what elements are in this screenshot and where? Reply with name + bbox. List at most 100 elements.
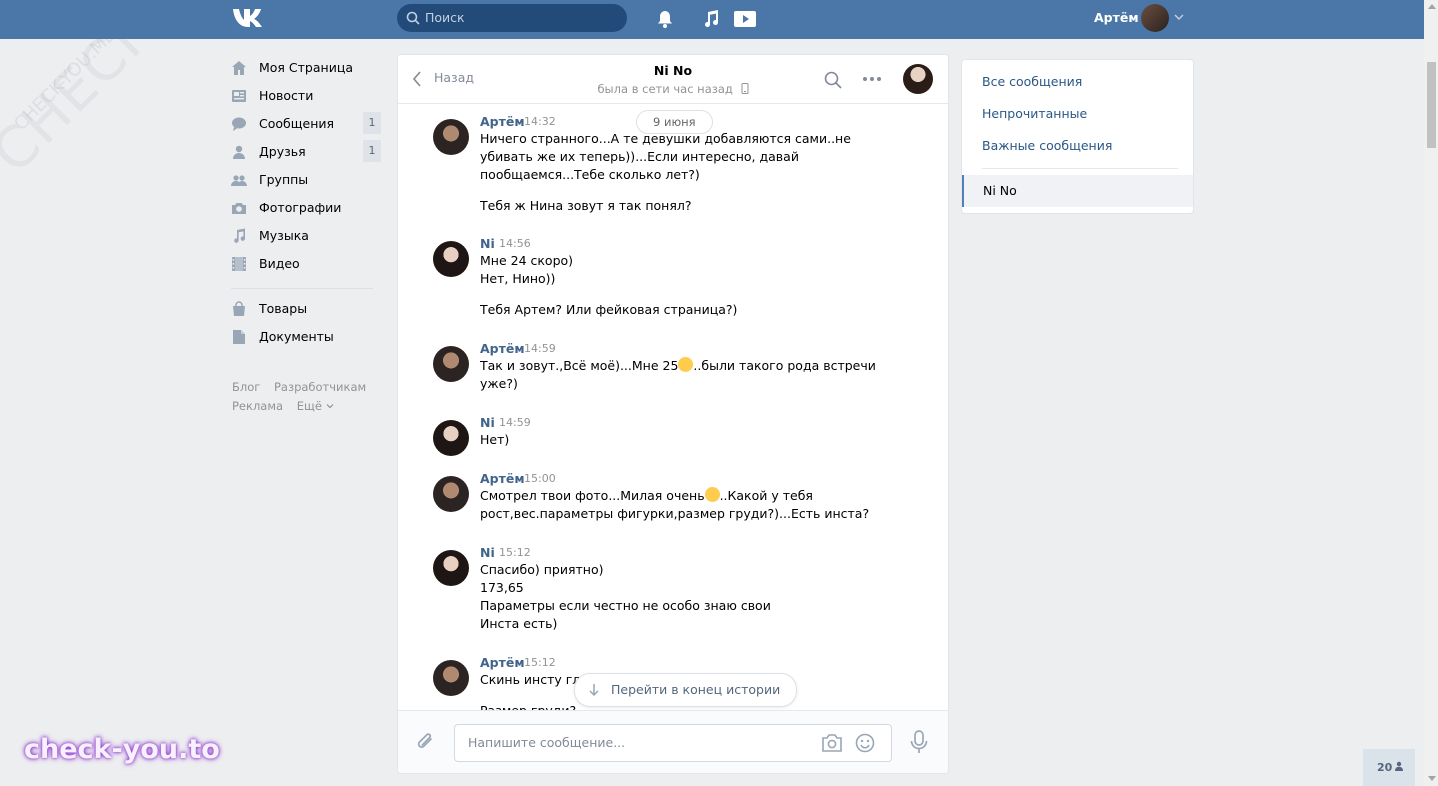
- footer-link-blog[interactable]: Блог: [232, 380, 260, 394]
- nav-label: Моя Страница: [259, 60, 353, 75]
- scrollbar-thumb[interactable]: [1427, 62, 1436, 148]
- mobile-icon: [741, 83, 749, 94]
- message-author[interactable]: Артём: [480, 341, 525, 356]
- scroll-down-arrow-icon[interactable]: [1428, 776, 1436, 781]
- filter-all-messages[interactable]: Все сообщения: [982, 74, 1082, 89]
- news-icon: [232, 90, 246, 102]
- message-author[interactable]: Артём: [480, 655, 525, 670]
- message-author[interactable]: Ni: [480, 236, 495, 251]
- search-input[interactable]: Поиск: [397, 4, 627, 32]
- message-history[interactable]: Артём 14:32 Ничего странного...А те деву…: [398, 104, 948, 710]
- video-icon[interactable]: [733, 9, 757, 29]
- message-line: ..Какой у тебя: [719, 488, 813, 503]
- message-line: 173,65: [480, 580, 524, 595]
- footer-link-developers[interactable]: Разработчикам: [274, 380, 366, 394]
- jump-to-end-label: Перейти в конец истории: [611, 682, 781, 697]
- left-navigation: Моя Страница Новости Сообщения 1 Друзья …: [231, 58, 381, 355]
- header-user-name[interactable]: Артём: [1094, 10, 1139, 25]
- microphone-icon[interactable]: [910, 730, 928, 754]
- top-header: Поиск Артём: [0, 0, 1424, 39]
- message-input[interactable]: Напишите сообщение...: [454, 724, 892, 762]
- message-text: Так и зовут.,Всё моё)...Мне 25 ..были так…: [480, 357, 876, 393]
- message-line: Параметры если честно не особо знаю свои: [480, 598, 771, 613]
- music-icon[interactable]: [701, 9, 721, 29]
- message-text: Ничего странного...А те девушки добавляю…: [480, 130, 851, 215]
- avatar[interactable]: [433, 241, 469, 277]
- nav-item-documents[interactable]: Документы: [231, 327, 381, 355]
- avatar[interactable]: [433, 660, 469, 696]
- friends-counter-badge: 1: [363, 140, 381, 162]
- camera-icon[interactable]: [821, 734, 843, 752]
- nav-item-groups[interactable]: Группы: [231, 170, 381, 198]
- nav-label: Документы: [259, 329, 334, 344]
- message-line: Смотрел твои фото...Милая очень: [480, 488, 705, 503]
- scroll-up-arrow-icon[interactable]: [1428, 4, 1436, 9]
- nav-label: Друзья: [259, 144, 306, 159]
- paperclip-icon[interactable]: [416, 731, 436, 753]
- avatar[interactable]: [433, 550, 469, 586]
- conversation-item-selected[interactable]: Ni No: [962, 175, 1193, 207]
- nav-label: Сообщения: [259, 116, 335, 131]
- nav-label: Фотографии: [259, 200, 342, 215]
- message-time: 14:59: [524, 342, 556, 355]
- nav-item-photos[interactable]: Фотографии: [231, 198, 381, 226]
- nav-divider: [231, 288, 373, 289]
- avatar[interactable]: [433, 476, 469, 512]
- nav-item-news[interactable]: Новости: [231, 86, 381, 114]
- message-line: пообщаемся...Тебе сколько лет?): [480, 167, 700, 182]
- avatar[interactable]: [433, 119, 469, 155]
- jump-to-end-button[interactable]: Перейти в конец истории: [574, 673, 798, 707]
- nav-label: Группы: [259, 172, 309, 187]
- watermark-logo-text: check-you.to: [24, 734, 220, 765]
- footer-link-more[interactable]: Ещё: [297, 399, 334, 413]
- filter-unread[interactable]: Непрочитанные: [982, 106, 1087, 121]
- conversation-name: Ni No: [983, 183, 1017, 198]
- avatar[interactable]: [433, 346, 469, 382]
- camera-icon: [232, 203, 246, 214]
- message-author[interactable]: Ni: [480, 415, 495, 430]
- nav-item-music[interactable]: Музыка: [231, 226, 381, 254]
- nav-item-goods[interactable]: Товары: [231, 299, 381, 327]
- bell-icon[interactable]: [655, 9, 675, 29]
- avatar[interactable]: [433, 420, 469, 456]
- message-time: 15:12: [499, 546, 531, 559]
- groups-icon: [231, 175, 247, 186]
- online-friends-badge[interactable]: 20: [1363, 749, 1415, 786]
- vk-logo-icon[interactable]: [232, 7, 266, 29]
- message-text: Нет): [480, 431, 509, 449]
- header-avatar[interactable]: [1141, 4, 1169, 32]
- nav-item-messages[interactable]: Сообщения 1: [231, 112, 381, 142]
- nav-item-friends[interactable]: Друзья 1: [231, 140, 381, 170]
- filter-important[interactable]: Важные сообщения: [982, 138, 1112, 153]
- nav-item-video[interactable]: Видео: [231, 254, 381, 282]
- message-author[interactable]: Ni: [480, 545, 495, 560]
- message-line: Нет, Нино)): [480, 271, 556, 286]
- message-time: 15:00: [524, 472, 556, 485]
- chevron-down-icon: [326, 404, 334, 409]
- message-author[interactable]: Артём: [480, 471, 525, 486]
- more-options-icon[interactable]: [862, 71, 882, 87]
- chat-panel: Назад Ni No была в сети час назад Артём …: [397, 54, 949, 774]
- nav-item-my-page[interactable]: Моя Страница: [231, 58, 381, 86]
- user-icon: [1395, 761, 1403, 771]
- video-icon: [232, 257, 246, 271]
- message-author[interactable]: Артём: [480, 114, 525, 129]
- message-line: Тебя ж Нина зовут я так понял?: [480, 198, 692, 213]
- peer-avatar[interactable]: [903, 64, 933, 94]
- nav-label: Музыка: [259, 228, 309, 243]
- message-text: Смотрел твои фото...Милая очень ..Какой у…: [480, 487, 869, 523]
- messages-filter-panel: Все сообщения Непрочитанные Важные сообщ…: [961, 59, 1194, 214]
- messages-icon: [232, 117, 246, 131]
- chevron-down-icon[interactable]: [1174, 12, 1184, 22]
- emoji-icon[interactable]: [855, 733, 875, 753]
- footer-link-ads[interactable]: Реклама: [232, 399, 283, 413]
- message-line: Мне 24 скоро): [480, 253, 574, 268]
- search-placeholder: Поиск: [425, 10, 465, 25]
- message-text: Спасибо) приятно) 173,65 Параметры если …: [480, 561, 771, 633]
- search-icon[interactable]: [824, 71, 842, 89]
- panel-divider: [982, 168, 1178, 169]
- footer-more-label: Ещё: [296, 399, 322, 413]
- friends-icon: [233, 145, 245, 159]
- date-separator: 9 июня: [636, 110, 713, 134]
- document-icon: [233, 330, 245, 344]
